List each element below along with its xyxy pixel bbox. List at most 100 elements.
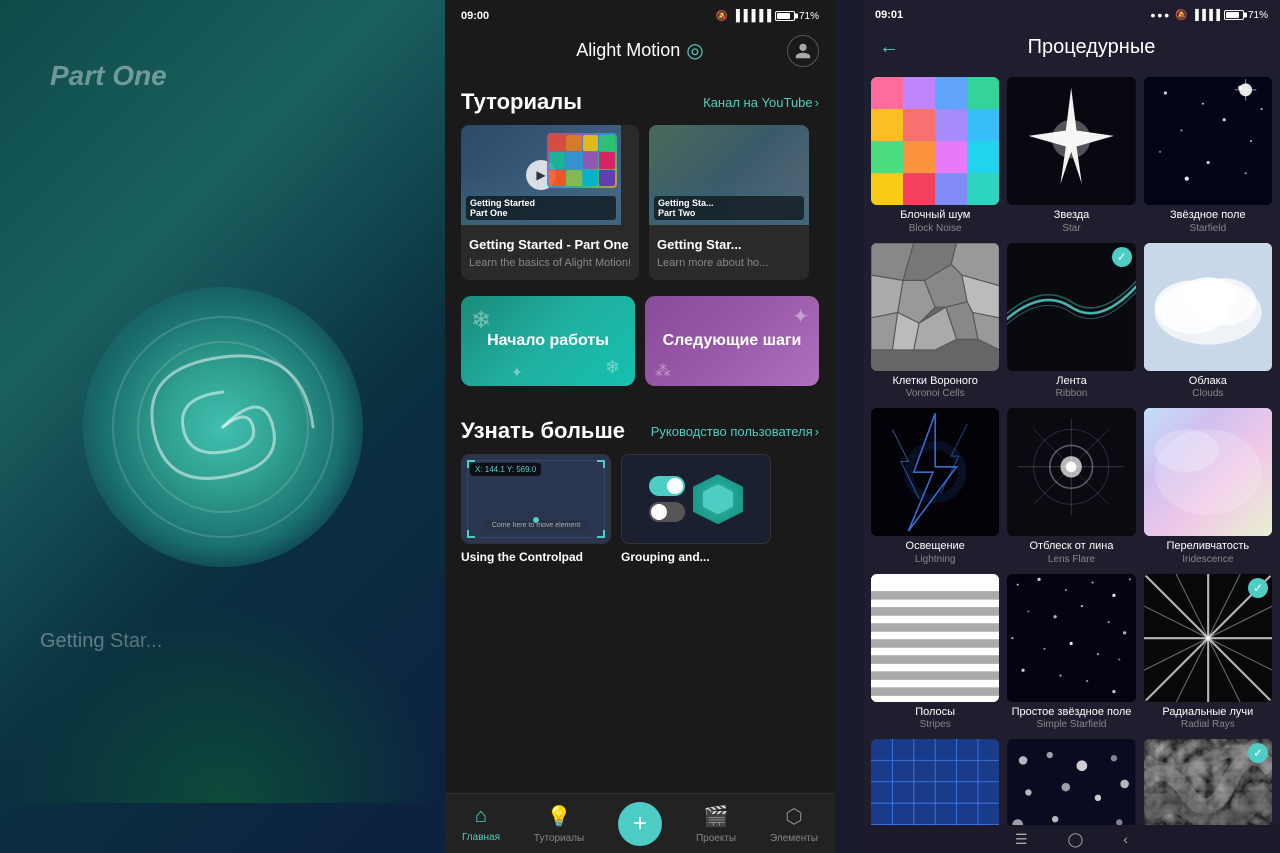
lightning-en: Lightning xyxy=(871,554,999,566)
right-android-nav: ☰ ◯ ‹ xyxy=(863,825,1280,853)
toggle-group xyxy=(649,476,685,522)
tutorials-icon: 💡 xyxy=(547,804,572,829)
tutorial-thumb-1: ▶ xyxy=(461,125,621,225)
star-labels: Звезда Star xyxy=(1007,209,1135,234)
lensflare-labels: Отблеск от лина Lens Flare xyxy=(1007,540,1135,565)
proc-stripes[interactable]: Полосы Stripes xyxy=(871,574,999,732)
tutorial-title-1: Getting Started - Part One xyxy=(469,237,631,254)
toggle-content xyxy=(622,455,770,543)
learn-card-grouping[interactable]: Grouping and... xyxy=(621,454,771,564)
procedural-grid: Блочный шум Block Noise Звезда Star xyxy=(871,77,1272,825)
tutorial-card-1[interactable]: ▶ xyxy=(461,125,639,280)
learn-card-controlpad[interactable]: X: 144.1 Y: 569.0 Come here to move elem… xyxy=(461,454,611,564)
profile-button[interactable] xyxy=(787,35,819,67)
tutorial-thumb-2: Getting Sta... Part Two xyxy=(649,125,809,225)
tutorials-title: Туториалы xyxy=(461,89,582,115)
right-android-back-icon[interactable]: ‹ xyxy=(1123,831,1128,847)
nav-add-button[interactable]: + xyxy=(618,802,662,846)
grouping-thumb xyxy=(621,454,771,544)
action-card-next-label: Следующие шаги xyxy=(663,332,802,350)
snowflake-icon-1: ❄ xyxy=(471,306,491,335)
starfield-thumb xyxy=(1144,77,1272,205)
proc-grid[interactable]: Сетка Grid xyxy=(871,739,999,825)
voronoi-ru: Клетки Вороного xyxy=(871,375,999,388)
tutorial-desc-1: Learn the basics of Alight Motion! xyxy=(469,256,631,270)
tutorial-cards-container: ▶ xyxy=(445,125,835,296)
lensflare-thumb xyxy=(1007,408,1135,536)
star-svg xyxy=(1007,77,1135,205)
right-android-menu-icon[interactable]: ☰ xyxy=(1015,831,1028,848)
right-alarm-icon: 🔕 xyxy=(1175,10,1187,21)
radial-rays-ru: Радиальные лучи xyxy=(1144,706,1272,719)
nav-tutorials-label: Туториалы xyxy=(534,833,584,844)
iridescence-svg xyxy=(1144,408,1272,536)
card1-part-num: Part One xyxy=(470,208,612,218)
grouping-title: Grouping and... xyxy=(621,550,771,564)
proc-ribbon[interactable]: ✓ Лента Ribbon xyxy=(1007,243,1135,401)
proc-lightning[interactable]: Освещение Lightning xyxy=(871,408,999,566)
action-card-start-label: Начало работы xyxy=(487,332,609,350)
action-card-start[interactable]: ❄ ❄ ✦ Начало работы xyxy=(461,296,635,386)
lightning-labels: Освещение Lightning xyxy=(871,540,999,565)
battery-icon xyxy=(775,11,795,21)
nav-elements-label: Элементы xyxy=(770,833,818,844)
card2-part-label: Getting Sta... xyxy=(658,198,800,208)
guide-link[interactable]: Руководство пользователя › xyxy=(651,424,819,439)
nav-home[interactable]: ⌂ Главная xyxy=(462,805,500,843)
proc-dots[interactable]: Точки Dots xyxy=(1007,739,1135,825)
tutorial-card-2[interactable]: Getting Sta... Part Two Getting Star... … xyxy=(649,125,809,280)
coord-display: X: 144.1 Y: 569.0 xyxy=(470,463,541,476)
turbulence-badge: ✓ xyxy=(1248,743,1268,763)
learn-cards-container: X: 144.1 Y: 569.0 Come here to move elem… xyxy=(445,454,835,580)
proc-starfield[interactable]: Звёздное поле Starfield xyxy=(1144,77,1272,235)
toggle-on xyxy=(649,476,685,496)
proc-turbulence[interactable]: ✓ xyxy=(1144,739,1272,825)
simple-starfield-en: Simple Starfield xyxy=(1007,719,1135,731)
right-android-home-icon[interactable]: ◯ xyxy=(1068,831,1084,848)
app-title: Alight Motion ◎ xyxy=(576,38,704,63)
left-status-icons: 🔕 ▐▐▐▐▐ 71% xyxy=(716,10,819,22)
nav-tutorials[interactable]: 💡 Туториалы xyxy=(534,804,584,844)
right-content: Блочный шум Block Noise Звезда Star xyxy=(863,69,1280,825)
alarm-icon: 🔕 xyxy=(716,11,728,22)
nav-projects[interactable]: 🎬 Проекты xyxy=(696,804,736,844)
right-signal-icon: ▐▐▐▐ xyxy=(1192,10,1220,21)
proc-star[interactable]: Звезда Star xyxy=(1007,77,1135,235)
bottom-nav: ⌂ Главная 💡 Туториалы + 🎬 Проекты ⬡ Элем… xyxy=(445,793,835,853)
proc-clouds[interactable]: Облака Clouds xyxy=(1144,243,1272,401)
tutorial-desc-2: Learn more about ho... xyxy=(657,256,801,270)
back-button[interactable]: ← xyxy=(879,36,899,59)
tutorial-info-1: Getting Started - Part One Learn the bas… xyxy=(461,225,639,280)
proc-iridescence[interactable]: Переливчатость Iridescence xyxy=(1144,408,1272,566)
proc-lensflare[interactable]: Отблеск от лина Lens Flare xyxy=(1007,408,1135,566)
cp-node xyxy=(533,517,539,523)
proc-block-noise[interactable]: Блочный шум Block Noise xyxy=(871,77,999,235)
simple-starfield-ru: Простое звёздное поле xyxy=(1007,706,1135,719)
action-card-next[interactable]: ✦ ⁂ Следующие шаги xyxy=(645,296,819,386)
star-ru: Звезда xyxy=(1007,209,1135,222)
star-en: Star xyxy=(1007,223,1135,235)
dots-menu-icon: ••• xyxy=(1150,7,1171,23)
proc-simple-starfield[interactable]: Простое звёздное поле Simple Starfield xyxy=(1007,574,1135,732)
simple-starfield-labels: Простое звёздное поле Simple Starfield xyxy=(1007,706,1135,731)
card2-part-num: Part Two xyxy=(658,208,800,218)
nav-elements[interactable]: ⬡ Элементы xyxy=(770,804,818,844)
elements-icon: ⬡ xyxy=(785,804,802,829)
ribbon-en: Ribbon xyxy=(1007,388,1135,400)
radial-rays-badge: ✓ xyxy=(1248,578,1268,598)
nav-home-label: Главная xyxy=(462,832,500,843)
simple-starfield-svg xyxy=(1007,574,1135,702)
proc-radial-rays[interactable]: ✓ xyxy=(1144,574,1272,732)
block-noise-labels: Блочный шум Block Noise xyxy=(871,209,999,234)
chevron-guide-icon: › xyxy=(815,424,819,439)
alight-wave-icon: ◎ xyxy=(686,38,703,63)
content-area: Туториалы Канал на YouTube › ▶ xyxy=(445,73,835,825)
controlpad-content: X: 144.1 Y: 569.0 Come here to move elem… xyxy=(462,455,610,543)
proc-voronoi[interactable]: Клетки Вороного Voronoi Cells xyxy=(871,243,999,401)
youtube-link[interactable]: Канал на YouTube › xyxy=(703,95,819,110)
tutorial-info-2: Getting Star... Learn more about ho... xyxy=(649,225,809,280)
left-time: 09:00 xyxy=(461,10,489,22)
stripes-ru: Полосы xyxy=(871,706,999,719)
background-area: Part One Getting Star... xyxy=(0,0,445,853)
block-noise-en: Block Noise xyxy=(871,223,999,235)
